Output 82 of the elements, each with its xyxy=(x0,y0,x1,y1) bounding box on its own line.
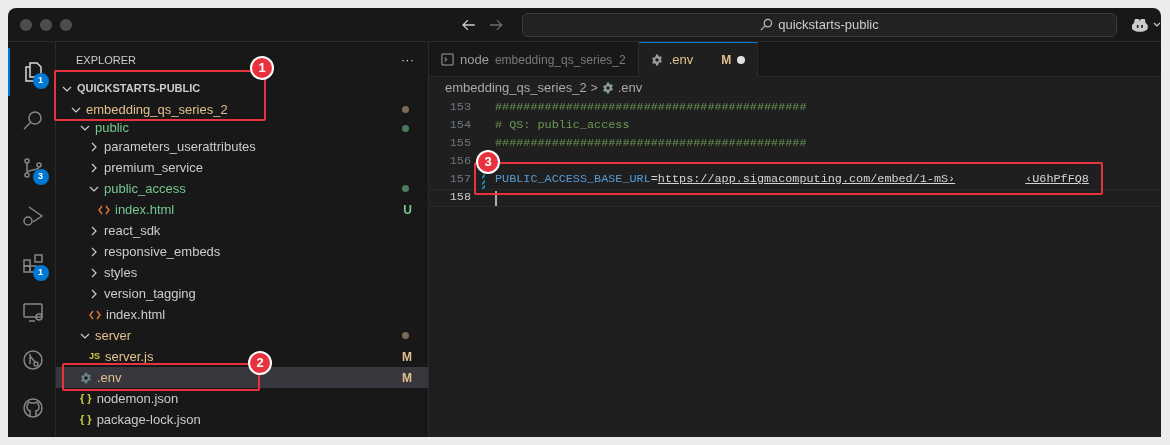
code-comment: ############################################ xyxy=(495,135,807,153)
line-number: 153 xyxy=(448,99,471,117)
url-link[interactable]: ‹U6hPfFQ8 xyxy=(1025,171,1089,189)
minimize-window-button[interactable] xyxy=(40,18,52,31)
editor-tab[interactable]: .env M xyxy=(638,42,759,77)
folder-name[interactable]: responsive_embeds xyxy=(104,241,221,262)
code-comment: ############################################ xyxy=(495,99,807,117)
chevron-icon xyxy=(89,225,99,236)
file-name[interactable]: server.js xyxy=(105,346,154,367)
chevron-icon xyxy=(89,246,99,257)
forward-arrow-icon[interactable] xyxy=(488,18,503,31)
tab-label: .env xyxy=(668,51,694,70)
folder-name[interactable]: parameters_userattributes xyxy=(104,136,256,157)
chevron-icon xyxy=(89,162,99,173)
chevron-icon xyxy=(89,267,99,278)
folder-name[interactable]: server xyxy=(95,325,132,346)
file-name[interactable]: index.html xyxy=(106,304,166,325)
gear-icon xyxy=(80,371,92,384)
tab-label: node xyxy=(460,50,489,69)
code-brackets-icon xyxy=(89,309,101,320)
braces-icon: { } xyxy=(80,411,92,428)
activity-bar-item[interactable]: 3 xyxy=(8,144,56,192)
more-actions-button[interactable]: ··· xyxy=(401,50,414,70)
line-number: 157 xyxy=(448,171,471,189)
editor-tab[interactable]: node embedding_qs_series_2 xyxy=(429,42,639,76)
count-badge: 1 xyxy=(32,265,49,281)
breadcrumb-folder[interactable]: embedding_qs_series_2 xyxy=(445,78,587,98)
folder-name[interactable]: embedding_qs_series_2 xyxy=(86,99,228,120)
js-icon: JS xyxy=(89,349,100,364)
tab-description: embedding_qs_series_2 xyxy=(494,51,626,69)
folder-name[interactable]: public xyxy=(95,118,129,138)
equals-sign: = xyxy=(650,171,658,189)
breadcrumb-file[interactable]: .env xyxy=(617,78,643,98)
activity-bar-item[interactable]: 1 xyxy=(8,48,56,96)
back-arrow-icon[interactable] xyxy=(462,18,476,31)
chevron-icon xyxy=(89,141,99,152)
chevron-icon xyxy=(89,288,99,299)
file-name[interactable]: index.html xyxy=(115,199,175,220)
terminal-icon xyxy=(441,53,454,66)
remote-icon xyxy=(20,300,45,324)
folder-name[interactable]: version_tagging xyxy=(104,283,196,304)
activity-bar-item[interactable]: 1 xyxy=(8,240,56,288)
count-badge: 3 xyxy=(32,169,49,185)
code-brackets-icon xyxy=(98,204,110,215)
file-name[interactable]: .env xyxy=(97,367,122,388)
folder-name[interactable]: react_sdk xyxy=(104,220,161,241)
sidebar-title: EXPLORER xyxy=(76,52,136,68)
count-badge: 1 xyxy=(32,73,49,89)
search-icon xyxy=(760,18,774,31)
code-comment: # QS: public_access xyxy=(495,117,630,135)
selected-file-row[interactable]: .env M xyxy=(56,367,428,388)
search-text: quickstarts-public xyxy=(778,15,879,34)
git-status-letter: M xyxy=(721,52,732,69)
git-status-letter: M xyxy=(402,348,412,366)
file-name[interactable]: package-lock.json xyxy=(96,409,201,430)
file-name[interactable]: nodemon.json xyxy=(96,388,179,409)
chevron-icon xyxy=(80,123,90,133)
git-status-letter: U xyxy=(403,201,412,219)
line-number: 156 xyxy=(448,153,471,171)
command-center-search[interactable]: quickstarts-public xyxy=(521,12,1118,37)
braces-icon: { } xyxy=(80,390,92,407)
caret-icon[interactable] xyxy=(1153,21,1161,28)
text-cursor xyxy=(495,190,497,206)
extensions-icon xyxy=(20,252,45,276)
line-number: 158 xyxy=(448,189,471,207)
gear-icon xyxy=(650,54,663,66)
run-debug-icon xyxy=(20,204,45,228)
github-icon xyxy=(20,396,45,420)
folder-name[interactable]: public_access xyxy=(104,178,186,199)
git-status-letter: M xyxy=(402,369,412,387)
folder-name[interactable]: styles xyxy=(104,262,138,283)
env-key: PUBLIC_ACCESS_BASE_URL xyxy=(495,171,651,189)
url-link[interactable]: https://app.sigmacomputing.com/embed/1-mS› xyxy=(657,171,956,189)
copilot-icon[interactable] xyxy=(1131,16,1150,33)
line-number: 154 xyxy=(448,117,471,135)
line-number: 155 xyxy=(448,135,471,153)
workspace-name[interactable]: QUICKSTARTS-PUBLIC xyxy=(77,80,201,97)
gear-icon xyxy=(601,82,614,94)
zoom-window-button[interactable] xyxy=(60,18,72,31)
breadcrumb-separator: > xyxy=(590,80,598,97)
folder-name[interactable]: premium_service xyxy=(104,157,203,178)
close-window-button[interactable] xyxy=(20,18,32,31)
